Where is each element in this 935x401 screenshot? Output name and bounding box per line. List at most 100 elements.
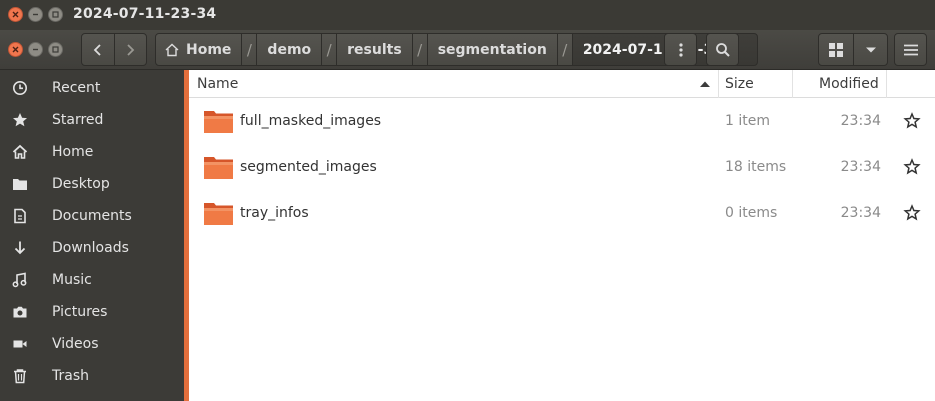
crumb-demo[interactable]: demo xyxy=(256,33,323,66)
sidebar-item-label: Trash xyxy=(52,368,89,384)
column-divider xyxy=(792,70,793,98)
star-icon[interactable] xyxy=(903,158,921,176)
view-options-button[interactable] xyxy=(854,34,887,65)
header-bar: Home / demo / results / segmentation / 2… xyxy=(0,30,935,70)
crumb-segmentation[interactable]: segmentation xyxy=(426,33,558,66)
star-icon[interactable] xyxy=(903,204,921,222)
sidebar-item-label: Music xyxy=(52,272,92,288)
star-icon[interactable] xyxy=(903,112,921,130)
video-icon xyxy=(0,336,40,352)
column-modified-label: Modified xyxy=(819,76,879,92)
sidebar-item-recent[interactable]: Recent xyxy=(0,72,184,104)
sidebar-item-documents[interactable]: Documents xyxy=(0,200,184,232)
column-modified-header[interactable]: Modified xyxy=(819,70,879,98)
chevron-left-icon xyxy=(93,43,101,56)
sidebar-item-label: Starred xyxy=(52,112,104,128)
back-button[interactable] xyxy=(82,34,114,65)
column-name-header[interactable]: Name xyxy=(197,70,717,98)
file-modified: 23:34 xyxy=(840,205,881,221)
file-row[interactable]: segmented_images 18 items 23:34 xyxy=(189,144,935,190)
column-size-label: Size xyxy=(725,76,754,92)
file-size: 18 items xyxy=(725,159,787,175)
nav-buttons xyxy=(81,33,147,66)
sidebar-item-label: Downloads xyxy=(52,240,129,256)
grid-view-button[interactable] xyxy=(819,34,854,65)
close-icon xyxy=(12,11,19,18)
column-size-header[interactable]: Size xyxy=(725,70,754,98)
vertical-dots-icon xyxy=(678,42,683,57)
star-icon xyxy=(0,112,40,128)
menu-more-button[interactable] xyxy=(664,33,697,66)
chevron-down-icon xyxy=(865,47,876,52)
file-name: full_masked_images xyxy=(240,113,382,129)
sidebar-item-starred[interactable]: Starred xyxy=(0,104,184,136)
sidebar-item-label: Recent xyxy=(52,80,101,96)
file-size: 0 items xyxy=(725,205,778,221)
folder-icon xyxy=(204,111,233,133)
sidebar-item-label: Home xyxy=(52,144,94,160)
sidebar-item-label: Desktop xyxy=(52,176,110,192)
file-row[interactable]: tray_infos 0 items 23:34 xyxy=(189,190,935,236)
sidebar: Recent Starred Home Desktop Documents Do… xyxy=(0,70,184,401)
music-icon xyxy=(0,272,40,288)
file-list: Name Size Modified full_masked_images 1 … xyxy=(189,70,935,401)
maximize-icon xyxy=(52,46,59,53)
column-name-label: Name xyxy=(197,76,239,92)
chevron-right-icon xyxy=(127,43,135,56)
path-separator: / xyxy=(242,33,257,66)
title-bar: 2024-07-11-23-34 xyxy=(0,0,935,30)
sidebar-item-label: Videos xyxy=(52,336,99,352)
header-minimize-button[interactable] xyxy=(28,42,43,57)
sidebar-item-desktop[interactable]: Desktop xyxy=(0,168,184,200)
sidebar-item-label: Pictures xyxy=(52,304,108,320)
forward-button[interactable] xyxy=(113,34,146,65)
header-maximize-button[interactable] xyxy=(48,42,63,57)
file-name: segmented_images xyxy=(240,159,377,175)
trash-icon xyxy=(0,368,40,384)
search-button[interactable] xyxy=(706,33,739,66)
crumb-label: Home xyxy=(186,41,232,58)
sidebar-item-label: Documents xyxy=(52,208,132,224)
sidebar-item-music[interactable]: Music xyxy=(0,264,184,296)
camera-icon xyxy=(0,304,40,320)
file-modified: 23:34 xyxy=(840,113,881,129)
column-divider xyxy=(886,70,887,98)
file-size: 1 item xyxy=(725,113,770,129)
crumb-label: demo xyxy=(267,41,312,58)
home-icon xyxy=(165,43,179,56)
window-minimize-button[interactable] xyxy=(28,7,43,22)
column-divider xyxy=(718,70,719,98)
window-title: 2024-07-11-23-34 xyxy=(73,6,217,22)
column-header: Name Size Modified xyxy=(189,70,935,98)
sidebar-item-videos[interactable]: Videos xyxy=(0,328,184,360)
file-name: tray_infos xyxy=(240,205,309,221)
path-separator: / xyxy=(412,33,427,66)
path-separator: / xyxy=(557,33,572,66)
view-switcher xyxy=(818,33,888,66)
crumb-results[interactable]: results xyxy=(336,33,413,66)
window-close-button[interactable] xyxy=(8,7,23,22)
header-close-button[interactable] xyxy=(8,42,23,57)
document-icon xyxy=(0,208,40,224)
path-separator: / xyxy=(322,33,337,66)
folder-icon xyxy=(204,203,233,225)
close-icon xyxy=(12,46,19,53)
search-icon xyxy=(715,42,730,57)
download-icon xyxy=(0,240,40,256)
sort-ascending-icon xyxy=(700,81,710,87)
file-modified: 23:34 xyxy=(840,159,881,175)
sidebar-item-trash[interactable]: Trash xyxy=(0,360,184,392)
minimize-icon xyxy=(33,48,38,51)
file-row[interactable]: full_masked_images 1 item 23:34 xyxy=(189,98,935,144)
sidebar-item-downloads[interactable]: Downloads xyxy=(0,232,184,264)
minimize-icon xyxy=(33,13,38,16)
sidebar-item-pictures[interactable]: Pictures xyxy=(0,296,184,328)
sidebar-item-home[interactable]: Home xyxy=(0,136,184,168)
clock-icon xyxy=(0,80,40,96)
crumb-label: results xyxy=(347,41,402,58)
folder-icon xyxy=(204,157,233,179)
window-maximize-button[interactable] xyxy=(48,7,63,22)
crumb-label: segmentation xyxy=(437,41,547,58)
hamburger-menu-button[interactable] xyxy=(894,33,927,66)
crumb-home[interactable]: Home xyxy=(155,33,243,66)
